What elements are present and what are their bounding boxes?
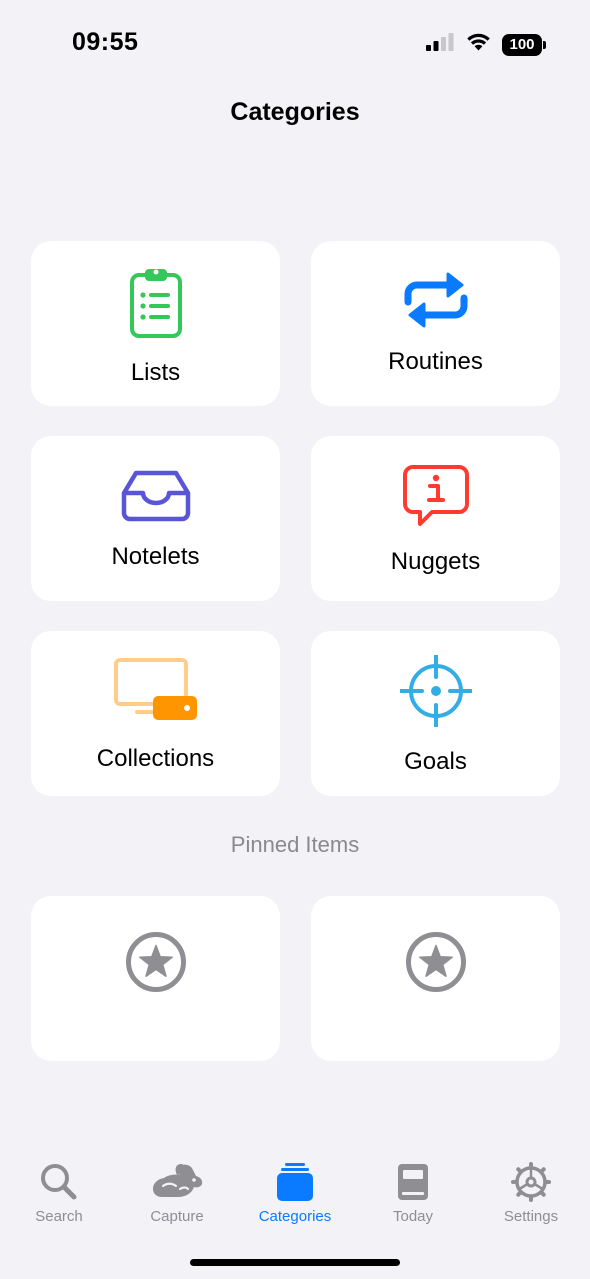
- status-bar: 09:55 100: [0, 0, 590, 90]
- category-card-goals[interactable]: Goals: [311, 631, 560, 796]
- tab-label: Search: [35, 1208, 83, 1225]
- home-indicator: [190, 1259, 400, 1266]
- crosshair-target-icon: [311, 655, 560, 727]
- tab-capture[interactable]: Capture: [118, 1140, 236, 1240]
- tab-label: Today: [392, 1208, 434, 1225]
- tab-label: Capture: [150, 1208, 204, 1225]
- category-card-collections[interactable]: Collections: [31, 631, 280, 796]
- wifi-icon: [465, 32, 492, 57]
- status-time: 09:55: [72, 28, 139, 56]
- category-label: Goals: [404, 748, 467, 775]
- tab-today[interactable]: Today: [354, 1140, 472, 1240]
- status-icons: 100: [425, 32, 546, 57]
- category-card-nuggets[interactable]: Nuggets: [311, 436, 560, 601]
- magnifier-icon: [0, 1162, 118, 1202]
- battery-icon: 100: [502, 33, 546, 56]
- display-drive-icon: [31, 657, 280, 723]
- gear-icon: [472, 1162, 590, 1202]
- category-card-notelets[interactable]: Notelets: [31, 436, 280, 601]
- tab-settings[interactable]: Settings: [472, 1140, 590, 1240]
- category-label: Nuggets: [390, 548, 481, 575]
- tab-categories[interactable]: Categories: [236, 1140, 354, 1240]
- star-circle-icon: [311, 931, 560, 993]
- cellular-signal-icon: [425, 32, 455, 57]
- category-label: Collections: [96, 745, 215, 772]
- category-label: Lists: [130, 359, 181, 386]
- pinned-items-title: Pinned Items: [230, 832, 360, 857]
- info-bubble-icon: [311, 464, 560, 528]
- star-circle-icon: [31, 931, 280, 993]
- rabbit-icon: [118, 1162, 236, 1202]
- category-card-lists[interactable]: Lists: [31, 241, 280, 406]
- pinned-item-slot[interactable]: [311, 896, 560, 1061]
- book-icon: [354, 1162, 472, 1202]
- pinned-item-slot[interactable]: [31, 896, 280, 1061]
- clipboard-list-icon: [31, 266, 280, 340]
- category-label: Routines: [388, 348, 483, 375]
- category-label: Notelets: [111, 543, 200, 570]
- stack-icon: [236, 1162, 354, 1202]
- tab-search[interactable]: Search: [0, 1140, 118, 1240]
- page-title: Categories: [230, 98, 360, 126]
- battery-level: 100: [509, 36, 535, 53]
- tab-label: Categories: [258, 1208, 332, 1225]
- inbox-tray-icon: [31, 469, 280, 523]
- tab-label: Settings: [503, 1208, 559, 1225]
- category-card-routines[interactable]: Routines: [311, 241, 560, 406]
- repeat-arrows-icon: [311, 272, 560, 328]
